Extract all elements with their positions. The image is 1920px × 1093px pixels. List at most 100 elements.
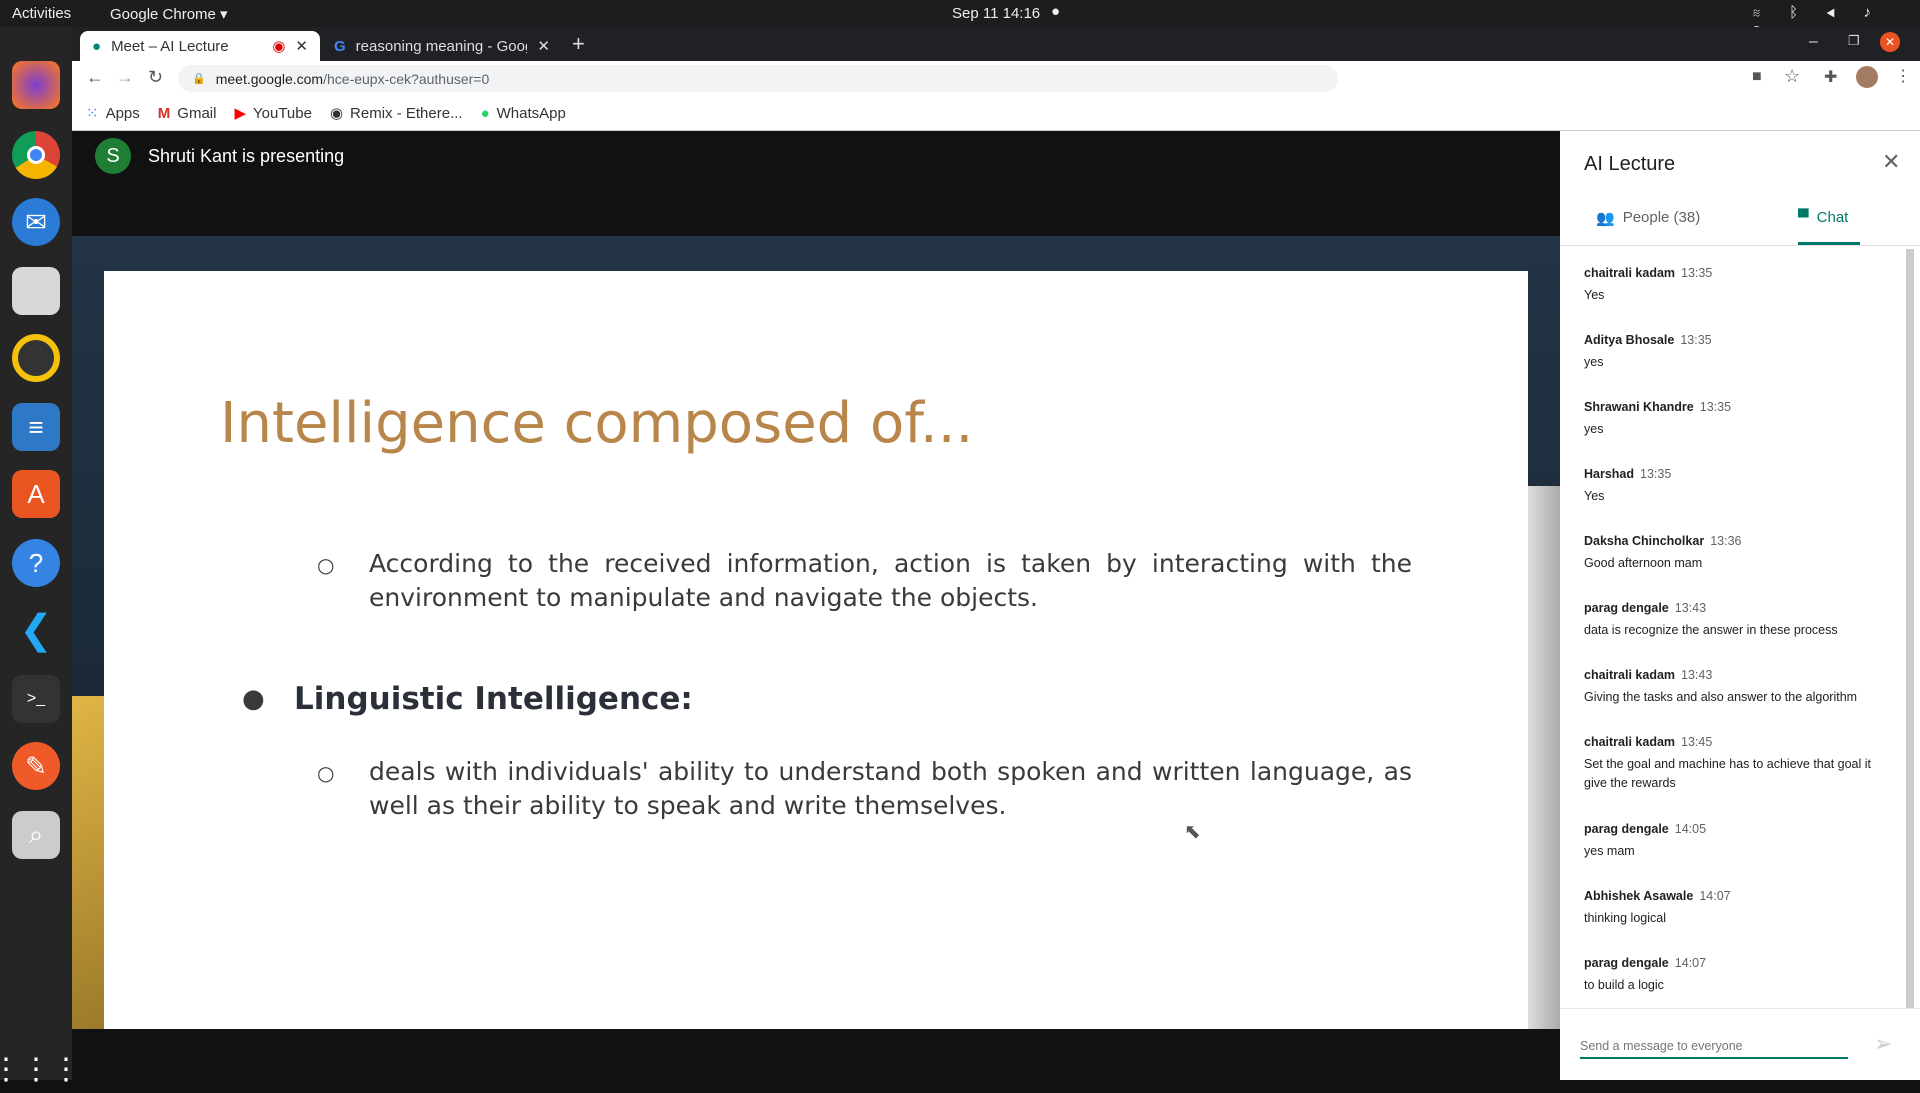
software-icon[interactable]: A [12,470,60,518]
chat-input[interactable] [1580,1035,1848,1059]
menu-icon[interactable]: ⋮ [1895,66,1911,86]
search-app-icon[interactable]: ⌕ [12,811,60,859]
chat-scrollbar[interactable] [1906,249,1914,1009]
youtube-icon: ▶ [234,105,246,122]
bookmark-label: Apps [105,104,140,122]
bookmark-label: WhatsApp [496,104,566,122]
minimize-button[interactable]: – [1809,33,1818,51]
terminal-icon[interactable]: >_ [12,675,60,723]
message-text: Yes [1584,489,1605,503]
close-tab-icon[interactable]: ✕ [295,37,308,55]
rhythmbox-icon[interactable] [12,334,60,382]
chat-message: chaitrali kadam 13:45 Set the goal and mac… [1584,735,1884,793]
message-time: 13:35 [1699,400,1732,414]
gmail-icon: M [157,104,171,122]
bookmark-apps[interactable]: ⁙ Apps [86,104,140,123]
forward-button[interactable]: → [116,67,134,88]
people-icon: 👥 [1596,210,1615,227]
message-text: to build a logic [1584,978,1664,992]
vscode-icon[interactable]: ❮ [12,606,60,654]
system-top-bar: Activities Google Chrome ▾ Sep 11 14:16 … [0,0,1920,38]
tab-title: reasoning meaning - Goog [355,37,528,55]
restore-button[interactable]: ❐ [1848,33,1860,49]
tab-chat[interactable]: ▀ Chat [1798,209,1860,245]
sender-name: chaitrali kadam [1584,668,1676,682]
message-time: 13:35 [1640,467,1672,481]
slide-sub-point: deals with individuals' ability to under… [369,757,1412,820]
firefox-icon[interactable] [12,61,60,109]
writer-icon[interactable]: ≡ [12,403,60,451]
bookmarks-bar: ⁙ Apps M Gmail ▶ YouTube ◉ Remix - Ethere...… [72,96,1920,131]
app-menu-label: Google Chrome [110,6,216,23]
sub-bullet-icon: ○ [317,553,335,577]
apps-grid-icon: ⁙ [86,105,99,122]
message-time: 13:35 [1680,333,1712,347]
extensions-icon[interactable]: ✚ [1824,67,1837,87]
url-path: /hce-eupx-cek?authuser=0 [323,70,490,87]
whatsapp-icon: ● [480,104,490,122]
meet-icon: ● [92,37,102,55]
sender-name: chaitrali kadam [1584,735,1676,749]
bottom-bar [72,1029,1560,1080]
app-menu[interactable]: Google Chrome ▾ [110,5,228,23]
sender-name: Abhishek Asawale [1584,889,1694,903]
chat-message: Shrawani Khandre 13:35 yes [1584,400,1884,439]
help-icon[interactable]: ? [12,539,60,587]
message-time: 13:36 [1710,534,1742,548]
notification-dot-icon: ● [1051,3,1061,20]
postman-icon[interactable]: ✎ [12,742,60,790]
chat-message: parag dengale 13:43 data is recognize the … [1584,601,1884,640]
message-time: 13:45 [1681,735,1713,749]
chrome-icon[interactable] [12,131,60,179]
sender-name: parag dengale [1584,601,1669,615]
lock-icon: 🔒 [192,73,206,85]
tab-google-search[interactable]: G reasoning meaning - Goog ✕ [322,31,562,61]
message-time: 13:43 [1681,668,1713,682]
bullet-icon: ● [242,684,265,714]
bookmark-label: YouTube [253,104,312,122]
message-text: yes [1584,355,1604,369]
show-apps-icon[interactable]: ⋮⋮⋮ [0,1045,81,1093]
tab-meet[interactable]: ● Meet – AI Lecture ◉ ✕ [80,31,320,61]
chat-message: chaitrali kadam 13:43 Giving the tasks and… [1584,668,1884,707]
sender-name: Harshad [1584,467,1635,481]
tab-people[interactable]: 👥 People (38) [1596,209,1700,227]
slide-sub-point: According to the received information, a… [369,549,1412,612]
bookmark-star-icon[interactable]: ☆ [1784,66,1800,87]
tab-title: Meet – AI Lecture [111,37,229,55]
bookmark-remix[interactable]: ◉ Remix - Ethere... [329,104,463,123]
profile-avatar[interactable] [1856,66,1878,88]
message-time: 14:07 [1699,889,1731,903]
close-tab-icon[interactable]: ✕ [537,37,550,55]
clock[interactable]: Sep 11 14:16 [952,5,1040,22]
panel-title: AI Lecture [1584,153,1676,175]
message-time: 13:35 [1681,266,1713,280]
message-text: Set the goal and machine has to achieve … [1584,757,1871,790]
message-time: 14:05 [1674,822,1707,836]
bookmark-gmail[interactable]: M Gmail [158,105,217,122]
slide-title: Intelligence composed of... [220,391,974,456]
message-text: Good afternoon mam [1584,556,1703,570]
send-icon[interactable]: ➢ [1874,1031,1892,1057]
message-text: data is recognize the answer in these pr… [1584,623,1838,637]
files-icon[interactable] [12,267,60,315]
divider [1560,1008,1920,1009]
bookmark-youtube[interactable]: ▶ YouTube [234,104,312,123]
new-tab-button[interactable]: + [572,31,585,57]
remix-icon: ◉ [329,105,344,122]
thunderbird-icon[interactable]: ✉ [12,198,60,246]
message-text: yes mam [1584,844,1635,858]
message-time: 13:43 [1674,601,1707,615]
camera-icon[interactable]: ■ [1752,68,1762,86]
address-bar[interactable]: 🔒 meet.google.com/hce-eupx-cek?authuser=… [178,65,1338,92]
activities-button[interactable]: Activities [12,5,71,22]
close-window-button[interactable]: ✕ [1880,32,1900,52]
tab-label: People (38) [1622,209,1701,226]
close-panel-icon[interactable]: ✕ [1882,149,1900,175]
bookmark-whatsapp[interactable]: ● WhatsApp [481,105,566,122]
back-button[interactable]: ← [86,67,104,88]
side-panel: AI Lecture ✕ 👥 People (38) ▀ Chat chaitral… [1560,131,1920,1080]
message-text: thinking logical [1584,911,1666,925]
divider [1560,245,1920,246]
reload-button[interactable]: ↻ [148,67,163,88]
